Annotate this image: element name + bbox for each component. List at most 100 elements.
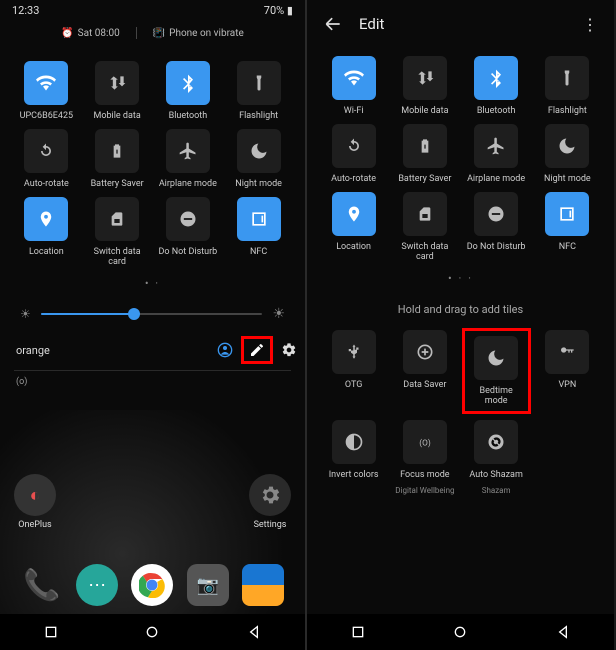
- dock-phone[interactable]: 📞: [21, 564, 63, 606]
- avail-tile-data-saver[interactable]: Data Saver: [392, 330, 457, 412]
- edit-tile-switch-data-card[interactable]: Switch data card: [392, 192, 457, 262]
- tile-label: Location: [29, 247, 64, 257]
- qs-tile-battery-saver[interactable]: Battery Saver: [85, 129, 150, 189]
- edit-button[interactable]: [243, 338, 271, 362]
- ringer-info[interactable]: 📳 Phone on vibrate: [153, 27, 244, 39]
- tile-label: Bluetooth: [477, 106, 516, 116]
- sim-icon: [95, 197, 139, 241]
- edit-tile-do-not-disturb[interactable]: Do Not Disturb: [464, 192, 529, 262]
- qs-tile-bluetooth[interactable]: Bluetooth: [156, 61, 221, 121]
- pin-icon: [332, 192, 376, 236]
- info-row: ⏰ Sat 08:00 📳 Phone on vibrate: [0, 21, 305, 49]
- tile-label: Battery Saver: [398, 174, 451, 184]
- bt-icon: [474, 56, 518, 100]
- edit-header: Edit ⋮: [307, 0, 614, 44]
- nav-recents[interactable]: [350, 624, 366, 640]
- app-oneplus[interactable]: ◐ OnePlus: [14, 474, 56, 530]
- nfc-icon: [237, 197, 281, 241]
- screen-quick-settings: 12:33 70% ▮ ⏰ Sat 08:00 📳 Phone on vibra…: [0, 0, 307, 650]
- brightness-low-icon: ☀: [20, 307, 31, 321]
- torch-icon: [237, 61, 281, 105]
- vibrate-icon: 📳: [153, 28, 165, 39]
- dock-gallery[interactable]: [242, 564, 284, 606]
- torch-icon: [545, 56, 589, 100]
- rotate-icon: [332, 124, 376, 168]
- edit-tile-nfc[interactable]: NFC: [535, 192, 600, 262]
- instruction-text: Hold and drag to add tiles: [307, 295, 614, 326]
- user-icon[interactable]: [217, 342, 233, 358]
- tile-sublabel: Shazam: [482, 486, 511, 495]
- qs-tile-auto-rotate[interactable]: Auto-rotate: [14, 129, 79, 189]
- qs-tile-night-mode[interactable]: Night mode: [226, 129, 291, 189]
- rotate-icon: [24, 129, 68, 173]
- edit-tile-flashlight[interactable]: Flashlight: [535, 56, 600, 116]
- alarm-icon: ⏰: [61, 28, 73, 39]
- dock-camera[interactable]: 📷: [187, 564, 229, 606]
- brightness-slider[interactable]: [41, 313, 263, 315]
- edit-tile-night-mode[interactable]: Night mode: [535, 124, 600, 184]
- app-settings[interactable]: Settings: [249, 474, 291, 530]
- qs-tile-flashlight[interactable]: Flashlight: [226, 61, 291, 121]
- alarm-info[interactable]: ⏰ Sat 08:00: [61, 27, 119, 39]
- batt-icon: [403, 124, 447, 168]
- tile-label: Data Saver: [403, 380, 446, 390]
- nav-back[interactable]: [555, 624, 571, 640]
- edit-tile-bluetooth[interactable]: Bluetooth: [464, 56, 529, 116]
- nav-back[interactable]: [246, 624, 262, 640]
- edit-tile-battery-saver[interactable]: Battery Saver: [392, 124, 457, 184]
- edit-tile-wi-fi[interactable]: Wi-Fi: [321, 56, 386, 116]
- qs-tile-mobile-data[interactable]: Mobile data: [85, 61, 150, 121]
- pin-icon: [24, 197, 68, 241]
- dock-chrome[interactable]: [131, 564, 173, 606]
- tile-label: NFC: [250, 247, 267, 257]
- sim-icon: [403, 192, 447, 236]
- more-icon[interactable]: ⋮: [582, 15, 598, 34]
- dsave-icon: [403, 330, 447, 374]
- avail-tile-focus-mode[interactable]: (O)Focus modeDigital Wellbeing: [392, 420, 457, 495]
- back-icon[interactable]: [323, 14, 343, 34]
- nav-recents[interactable]: [43, 624, 59, 640]
- avail-tile-auto-shazam[interactable]: Auto Shazam Shazam: [464, 420, 529, 495]
- nav-home[interactable]: [144, 624, 160, 640]
- edit-tile-location[interactable]: Location: [321, 192, 386, 262]
- qs-tile-location[interactable]: Location: [14, 197, 79, 267]
- edit-title: Edit: [359, 15, 384, 33]
- avail-tile-bedtime-mode[interactable]: Bedtime mode: [464, 330, 529, 412]
- tile-label: Airplane mode: [467, 174, 525, 184]
- footer-row: orange: [0, 332, 305, 368]
- avail-tile-vpn[interactable]: VPN: [535, 330, 600, 412]
- page-indicator[interactable]: • ·: [0, 275, 305, 300]
- plane-icon: [166, 129, 210, 173]
- edit-tile-airplane-mode[interactable]: Airplane mode: [464, 124, 529, 184]
- edit-tile-auto-rotate[interactable]: Auto-rotate: [321, 124, 386, 184]
- nav-home[interactable]: [452, 624, 468, 640]
- dnd-icon: [166, 197, 210, 241]
- bed-icon: [474, 336, 518, 380]
- screen-edit-tiles: Edit ⋮ Wi-Fi Mobile data Bluetooth Flashlig…: [307, 0, 614, 650]
- qs-tile-airplane-mode[interactable]: Airplane mode: [156, 129, 221, 189]
- tile-sublabel: Digital Wellbeing: [395, 486, 454, 495]
- tile-label: Switch data card: [85, 247, 150, 267]
- qs-tile-do-not-disturb[interactable]: Do Not Disturb: [156, 197, 221, 267]
- status-battery: 70% ▮: [264, 4, 293, 17]
- avail-tile-invert-colors[interactable]: Invert colors: [321, 420, 386, 495]
- tile-label: VPN: [558, 380, 576, 390]
- edit-tile-mobile-data[interactable]: Mobile data: [392, 56, 457, 116]
- avail-tile-otg[interactable]: OTG: [321, 330, 386, 412]
- dock-messages[interactable]: ⋯: [76, 564, 118, 606]
- tile-label: Auto Shazam: [469, 470, 522, 480]
- tile-label: Invert colors: [329, 470, 379, 480]
- qs-tile-nfc[interactable]: NFC: [226, 197, 291, 267]
- focus-icon: (O): [403, 420, 447, 464]
- qs-tile-upc6b6e425[interactable]: UPC6B6E425: [14, 61, 79, 121]
- shazam-icon: [474, 420, 518, 464]
- tile-label: Switch data card: [392, 242, 457, 262]
- moon-icon: [237, 129, 281, 173]
- qs-tile-switch-data-card[interactable]: Switch data card: [85, 197, 150, 267]
- settings-icon[interactable]: [281, 342, 297, 358]
- notif-summary[interactable]: (o): [0, 373, 305, 387]
- page-indicator[interactable]: • · ·: [307, 270, 614, 295]
- tile-label: Mobile data: [401, 106, 448, 116]
- brightness-high-icon: ☀: [272, 306, 285, 322]
- nav-bar: [307, 614, 614, 650]
